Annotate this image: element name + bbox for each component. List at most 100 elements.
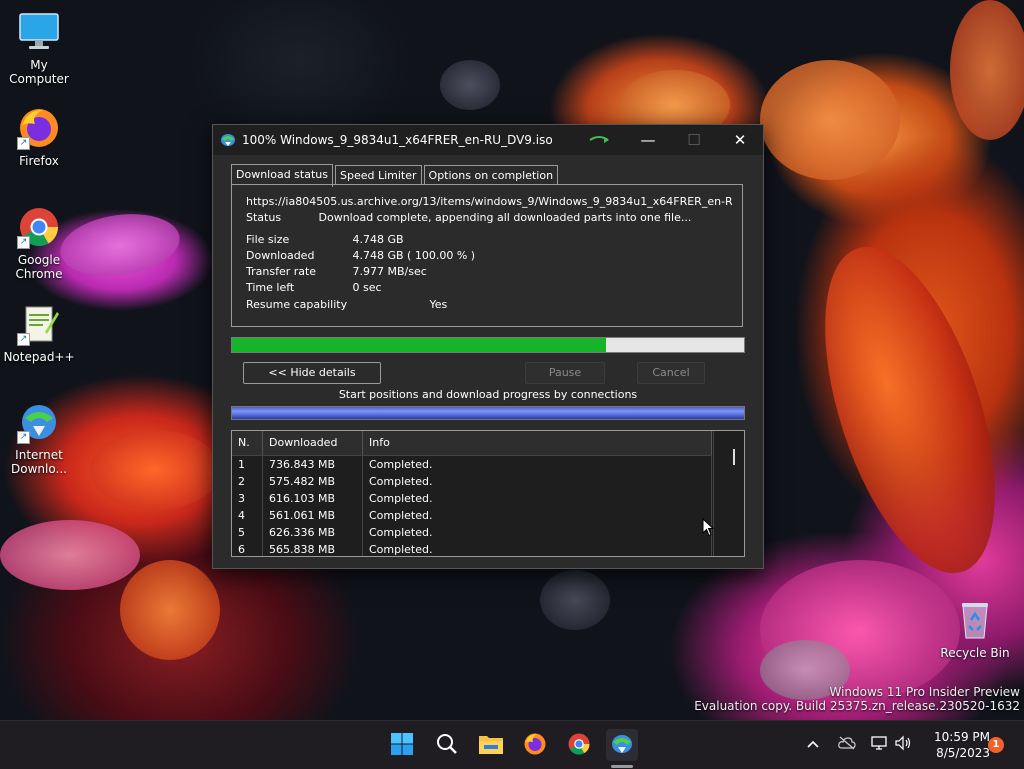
search-button[interactable] [431, 729, 463, 761]
network-button[interactable] [870, 721, 888, 769]
volume-button[interactable] [894, 721, 912, 769]
cloud-off-icon [838, 736, 856, 754]
taskbar-firefox-button[interactable] [519, 729, 551, 761]
column-header-downloaded[interactable]: Downloaded [263, 431, 363, 455]
desktop-icon-label: My Computer [9, 58, 69, 86]
connection-downloaded: 616.103 MB [263, 490, 363, 507]
notification-badge[interactable]: 1 [988, 737, 1004, 753]
close-button[interactable]: ✕ [717, 125, 763, 155]
connection-downloaded: 561.061 MB [263, 507, 363, 524]
download-progress-window: 100% Windows_9_9834u1_x64FRER_en-RU_DV9.… [212, 124, 764, 569]
desktop-icon-recycle-bin[interactable]: Recycle Bin [936, 598, 1014, 660]
shortcut-arrow-icon: ↗ [17, 137, 30, 150]
desktop-icon-label: Internet Downlo... [11, 448, 67, 476]
table-header: N. Downloaded Info [232, 431, 712, 456]
desktop-icon-internet-download-manager[interactable]: ↗ Internet Downlo... [1, 400, 77, 476]
connection-downloaded: 565.838 MB [263, 541, 363, 556]
transfer-rate-label: Transfer rate [246, 265, 317, 278]
connection-number: 3 [232, 490, 263, 507]
idm-tray-arrow-icon [588, 134, 610, 149]
notepadpp-icon: ↗ [17, 302, 61, 346]
recycle-bin-icon [953, 598, 997, 642]
shortcut-arrow-icon: ↗ [17, 431, 30, 444]
windows-start-icon [390, 732, 414, 759]
transfer-rate-value: 7.977 MB/sec [352, 265, 427, 278]
desktop-icon-label: Recycle Bin [940, 646, 1010, 660]
connection-number: 6 [232, 541, 263, 556]
downloaded-value: 4.748 GB ( 100.00 % ) [352, 249, 476, 262]
download-details-panel: https://ia804505.us.archive.org/13/items… [231, 184, 743, 327]
shortcut-arrow-icon: ↗ [17, 333, 30, 346]
time-left-label: Time left [246, 281, 295, 294]
table-row[interactable]: 6 565.838 MB Completed. [232, 541, 712, 556]
chrome-icon [567, 732, 591, 759]
shortcut-arrow-icon: ↗ [17, 236, 30, 249]
cancel-button: Cancel [637, 362, 705, 384]
desktop-icon-label: Notepad++ [3, 350, 75, 364]
show-hidden-icons-button[interactable] [806, 721, 820, 769]
connection-number: 4 [232, 507, 263, 524]
windows-build-watermark: Windows 11 Pro Insider Preview Evaluatio… [694, 685, 1020, 713]
desktop-icon-firefox[interactable]: ↗ Firefox [1, 106, 77, 168]
desktop-icon-label: Google Chrome [15, 253, 63, 281]
desktop-icon-google-chrome[interactable]: ↗ Google Chrome [1, 205, 77, 281]
idm-icon: ↗ [17, 400, 61, 444]
taskbar-idm-button[interactable] [606, 729, 638, 761]
onedrive-status-button[interactable] [838, 721, 856, 769]
start-button[interactable] [386, 729, 418, 761]
file-explorer-button[interactable] [475, 729, 507, 761]
tab-options-on-completion[interactable]: Options on completion [423, 165, 559, 185]
connection-info: Completed. [363, 524, 712, 541]
table-body: 1 736.843 MB Completed. 2 575.482 MB Complete… [232, 456, 712, 556]
file-explorer-icon [478, 733, 504, 758]
table-row[interactable]: 5 626.336 MB Completed. [232, 524, 712, 541]
downloaded-label: Downloaded [246, 249, 315, 262]
mouse-cursor-icon [702, 517, 715, 540]
desktop-icon-label: Firefox [19, 154, 59, 168]
watermark-line-1: Windows 11 Pro Insider Preview [829, 685, 1020, 699]
connections-label: Start positions and download progress by… [338, 388, 638, 401]
taskbar: 10:59 PM 8/5/2023 1 [0, 720, 1024, 769]
taskbar-clock[interactable]: 10:59 PM 8/5/2023 [918, 729, 990, 761]
column-header-number[interactable]: N. [232, 431, 263, 455]
table-row[interactable]: 4 561.061 MB Completed. [232, 507, 712, 524]
connection-downloaded: 575.482 MB [263, 473, 363, 490]
table-row[interactable]: 1 736.843 MB Completed. [232, 456, 712, 473]
connection-info: Completed. [363, 541, 712, 556]
progress-bar-fill [232, 338, 606, 352]
table-scrollbar[interactable] [713, 431, 744, 556]
taskbar-chrome-button[interactable] [563, 729, 595, 761]
hide-details-button[interactable]: << Hide details [243, 362, 381, 384]
firefox-icon: ↗ [17, 106, 61, 150]
pause-button: Pause [525, 362, 605, 384]
column-header-info[interactable]: Info [363, 431, 712, 455]
connection-downloaded: 626.336 MB [263, 524, 363, 541]
tab-speed-limiter[interactable]: Speed Limiter [334, 165, 422, 185]
download-url: https://ia804505.us.archive.org/13/items… [246, 195, 732, 208]
maximize-button: ☐ [687, 131, 701, 149]
scrollbar-thumb[interactable] [733, 449, 735, 465]
desktop-icon-notepadpp[interactable]: ↗ Notepad++ [1, 302, 77, 364]
chevron-up-icon [806, 737, 820, 753]
resume-capability-label: Resume capability [246, 298, 348, 311]
status-label: Status [246, 211, 282, 224]
network-icon [870, 735, 888, 755]
table-row[interactable]: 3 616.103 MB Completed. [232, 490, 712, 507]
file-size-value: 4.748 GB [352, 233, 404, 246]
speaker-icon [894, 735, 912, 755]
resume-capability-value: Yes [429, 298, 448, 311]
connection-downloaded: 736.843 MB [263, 456, 363, 473]
time-left-value: 0 sec [352, 281, 382, 294]
connection-info: Completed. [363, 490, 712, 507]
table-row[interactable]: 2 575.482 MB Completed. [232, 473, 712, 490]
clock-date: 8/5/2023 [936, 746, 990, 760]
connection-number: 2 [232, 473, 263, 490]
connections-progress-bar [231, 406, 745, 420]
minimize-button[interactable]: — [625, 125, 671, 155]
connections-table: N. Downloaded Info 1 736.843 MB Completed.… [231, 430, 745, 557]
firefox-icon [523, 732, 547, 759]
connection-number: 5 [232, 524, 263, 541]
idm-icon [610, 733, 634, 758]
window-titlebar[interactable]: 100% Windows_9_9834u1_x64FRER_en-RU_DV9.… [213, 125, 763, 155]
desktop-icon-my-computer[interactable]: My Computer [1, 10, 77, 86]
